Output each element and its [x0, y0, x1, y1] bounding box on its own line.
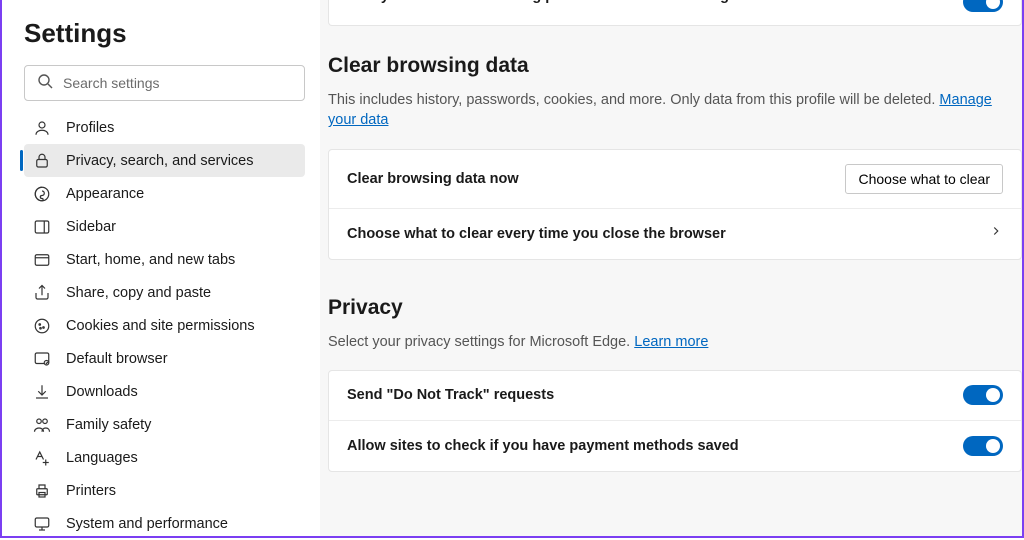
sidebar-item-label: Printers — [66, 483, 116, 499]
choose-clear-button[interactable]: Choose what to clear — [845, 164, 1003, 194]
settings-nav: Profiles Privacy, search, and services A… — [24, 111, 305, 540]
section-heading: Privacy — [328, 296, 1022, 320]
sidebar-icon — [32, 217, 52, 237]
row-label: Send "Do Not Track" requests — [347, 387, 554, 403]
sidebar-item-label: Cookies and site permissions — [66, 318, 255, 334]
payment-methods-toggle[interactable] — [963, 436, 1003, 456]
lock-icon — [32, 151, 52, 171]
clear-now-row: Clear browsing data now Choose what to c… — [329, 150, 1021, 209]
search-input[interactable] — [63, 75, 292, 91]
appearance-icon — [32, 184, 52, 204]
search-icon — [37, 73, 53, 94]
sidebar-item-label: Downloads — [66, 384, 138, 400]
share-icon — [32, 283, 52, 303]
page-title: Settings — [24, 18, 305, 49]
sidebar-item-label: Family safety — [66, 417, 151, 433]
strict-tracking-toggle[interactable] — [963, 0, 1003, 12]
sidebar-item-label: Default browser — [66, 351, 168, 367]
clear-browsing-section: Clear browsing data This includes histor… — [320, 26, 1022, 260]
sidebar-item-label: Profiles — [66, 120, 114, 136]
sidebar-item-start-home[interactable]: Start, home, and new tabs — [24, 243, 305, 276]
row-label: Choose what to clear every time you clos… — [347, 226, 726, 242]
sidebar-item-sidebar[interactable]: Sidebar — [24, 210, 305, 243]
search-settings-box[interactable] — [24, 65, 305, 101]
privacy-card-list: Send "Do Not Track" requests Allow sites… — [328, 370, 1022, 472]
chevron-right-icon — [989, 224, 1003, 243]
sidebar-item-label: Sidebar — [66, 219, 116, 235]
section-heading: Clear browsing data — [328, 54, 1022, 78]
row-label: Allow sites to check if you have payment… — [347, 438, 739, 454]
sidebar-item-appearance[interactable]: Appearance — [24, 177, 305, 210]
clear-on-close-row[interactable]: Choose what to clear every time you clos… — [329, 209, 1021, 259]
family-icon — [32, 415, 52, 435]
sidebar-item-label: Privacy, search, and services — [66, 153, 254, 169]
sidebar-item-default-browser[interactable]: Default browser — [24, 342, 305, 375]
do-not-track-toggle[interactable] — [963, 385, 1003, 405]
sidebar-item-share-copy[interactable]: Share, copy and paste — [24, 276, 305, 309]
printer-icon — [32, 481, 52, 501]
privacy-section: Privacy Select your privacy settings for… — [320, 260, 1022, 472]
settings-sidebar: Settings Profiles Privacy, search, and s… — [2, 0, 320, 536]
languages-icon — [32, 448, 52, 468]
sidebar-item-downloads[interactable]: Downloads — [24, 375, 305, 408]
default-browser-icon — [32, 349, 52, 369]
section-description: This includes history, passwords, cookie… — [328, 90, 1022, 131]
sidebar-item-privacy[interactable]: Privacy, search, and services — [24, 144, 305, 177]
sidebar-item-label: Languages — [66, 450, 138, 466]
profile-icon — [32, 118, 52, 138]
sidebar-item-label: System and performance — [66, 516, 228, 532]
tabs-icon — [32, 250, 52, 270]
download-icon — [32, 382, 52, 402]
strict-tracking-label: Always use "Strict" tracking prevention … — [347, 0, 794, 4]
section-description: Select your privacy settings for Microso… — [328, 332, 1022, 352]
cookies-icon — [32, 316, 52, 336]
sidebar-item-family[interactable]: Family safety — [24, 408, 305, 441]
sidebar-item-cookies[interactable]: Cookies and site permissions — [24, 309, 305, 342]
clear-browsing-card-list: Clear browsing data now Choose what to c… — [328, 149, 1022, 260]
system-icon — [32, 514, 52, 534]
sidebar-item-label: Appearance — [66, 186, 144, 202]
sidebar-item-system[interactable]: System and performance — [24, 507, 305, 540]
payment-methods-row: Allow sites to check if you have payment… — [329, 421, 1021, 471]
sidebar-item-printers[interactable]: Printers — [24, 474, 305, 507]
settings-content: Always use "Strict" tracking prevention … — [320, 0, 1022, 536]
sidebar-item-languages[interactable]: Languages — [24, 441, 305, 474]
sidebar-item-profiles[interactable]: Profiles — [24, 111, 305, 144]
privacy-learn-more-link[interactable]: Learn more — [634, 334, 708, 350]
row-label: Clear browsing data now — [347, 171, 519, 187]
strict-tracking-card[interactable]: Always use "Strict" tracking prevention … — [328, 0, 1022, 26]
do-not-track-row: Send "Do Not Track" requests — [329, 371, 1021, 421]
sidebar-item-label: Share, copy and paste — [66, 285, 211, 301]
sidebar-item-label: Start, home, and new tabs — [66, 252, 235, 268]
